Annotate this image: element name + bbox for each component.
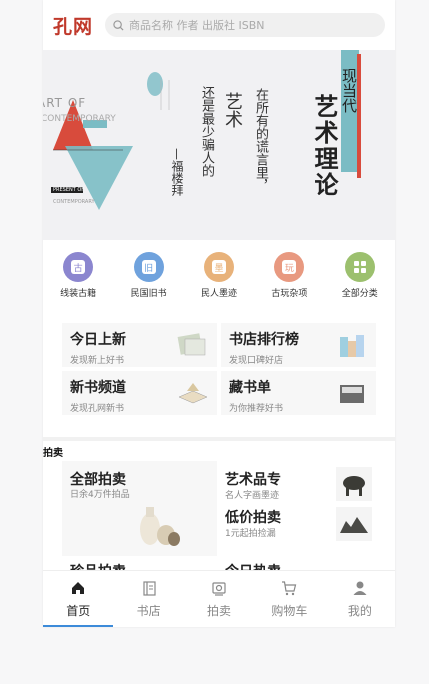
nav-label: 购物车 (271, 603, 308, 618)
card-subtitle: 为你推荐好书 (229, 404, 284, 414)
card-shop-ranking[interactable]: 书店排行榜 发现口碑好店 (221, 323, 376, 367)
category-label: 古玩杂项 (271, 289, 308, 299)
card-new-today[interactable]: 今日上新 发现新上好书 (62, 323, 217, 367)
vases-image (140, 507, 180, 546)
card-title: 藏书单 (229, 380, 271, 396)
search-placeholder: 商品名称 作者 出版社 ISBN (129, 19, 265, 32)
book-box-image (340, 385, 364, 403)
category-label: 线装古籍 (60, 289, 97, 299)
banner-author: —福楼拜 (170, 148, 184, 196)
card-collection-list[interactable]: 藏书单 为你推荐好书 (221, 371, 376, 415)
cart-icon (282, 580, 297, 595)
header: 孔网 商品名称 作者 出版社 ISBN (43, 0, 395, 50)
card-subtitle: 1元起拍捡漏 (225, 529, 276, 539)
card-subtitle: 发现孔网新书 (70, 404, 125, 414)
banner-contemporary: CONTEMPORARY (43, 114, 116, 124)
nav-label: 我的 (347, 603, 372, 618)
bronze-vessel-image (336, 467, 372, 501)
card-title: 今日上新 (70, 332, 126, 348)
category-label: 民国旧书 (130, 289, 167, 299)
banner-badge: 现当代 (340, 68, 358, 113)
banner-contemporary-small: CONTEMPORARY (53, 199, 95, 205)
card-subtitle: 名人字画墨迹 (225, 491, 280, 501)
nav-cart[interactable]: 购物车 (254, 571, 324, 627)
card-title: 全部拍卖 (70, 472, 126, 488)
book-image (177, 333, 206, 356)
home-icon (72, 581, 85, 594)
banner-present-of: PRESENT OF (53, 187, 85, 193)
category-antiques[interactable]: 玩 古玩杂项 (259, 252, 319, 299)
bookstore-icon (143, 580, 156, 596)
category-republic[interactable]: 旧 民国旧书 (119, 252, 179, 299)
nav-label: 书店 (136, 603, 161, 618)
card-all-auction[interactable]: 全部拍卖 日余4万件拍品 (62, 461, 217, 556)
banner-art-title: 艺术理论 (310, 94, 338, 198)
card-subtitle: 发现口碑好店 (229, 356, 284, 366)
category-calligraphy[interactable]: 墨 民人墨迹 (189, 252, 249, 299)
banner-quote-1: 在所有的谎言里， (253, 88, 268, 192)
category-ancient[interactable]: 古 线装古籍 (48, 252, 108, 299)
nav-label: 拍卖 (207, 603, 232, 618)
nav-bookstore[interactable]: 书店 (113, 571, 183, 627)
nav-profile[interactable]: 我的 (325, 571, 395, 627)
card-title: 低价拍卖 (225, 510, 281, 526)
card-title: 新书频道 (70, 380, 126, 396)
nav-home[interactable]: 首页 (43, 571, 114, 627)
category-label: 全部分类 (341, 289, 378, 299)
rock-image (336, 507, 372, 541)
ancient-books-icon: 古 (63, 252, 94, 282)
search-icon (113, 19, 124, 31)
banner-art-text: 艺术 (222, 92, 243, 128)
old-books-icon: 旧 (133, 252, 164, 282)
card-subtitle: 发现新上好书 (70, 356, 125, 366)
card-subtitle: 日余4万件拍品 (70, 490, 130, 500)
logo[interactable]: 孔网 (53, 12, 101, 39)
user-icon (353, 581, 367, 595)
card-title: 艺术品专 (225, 472, 281, 488)
banner[interactable]: ART OF CONTEMPORARY PRESENT OF CONTEMPOR… (43, 50, 395, 240)
antiques-icon: 玩 (274, 252, 305, 282)
open-book-image (178, 383, 208, 404)
auction-section-title: 拍卖 (43, 448, 63, 459)
app-screen: 孔网 商品名称 作者 出版社 ISBN ART OF CONTEMPORARY … (43, 0, 395, 627)
banner-art-of: ART OF (43, 96, 87, 110)
nav-auction[interactable]: 拍卖 (184, 571, 254, 627)
card-new-books[interactable]: 新书频道 发现孔网新书 (62, 371, 217, 415)
books-stack-image (340, 335, 364, 357)
card-art-auction[interactable]: 艺术品专 名人字画墨迹 (221, 461, 376, 507)
category-all[interactable]: 全部分类 (330, 252, 390, 299)
card-title: 书店排行榜 (229, 332, 299, 348)
search-input[interactable]: 商品名称 作者 出版社 ISBN (105, 13, 385, 37)
card-low-price-auction[interactable]: 低价拍卖 1元起拍捡漏 (221, 507, 376, 553)
category-label: 民人墨迹 (200, 289, 237, 299)
auction-icon (212, 581, 226, 596)
nav-label: 首页 (66, 603, 91, 618)
bottom-nav: 首页 书店 拍卖 购物车 我的 (43, 570, 395, 627)
calligraphy-icon: 墨 (203, 252, 234, 282)
section-divider (43, 437, 395, 441)
banner-quote-2: 还是最少骗人的 (199, 86, 214, 177)
grid-icon (344, 252, 375, 282)
category-row: 古 线装古籍 旧 民国旧书 墨 民人墨迹 玩 古玩杂项 全部分类 (43, 252, 395, 299)
